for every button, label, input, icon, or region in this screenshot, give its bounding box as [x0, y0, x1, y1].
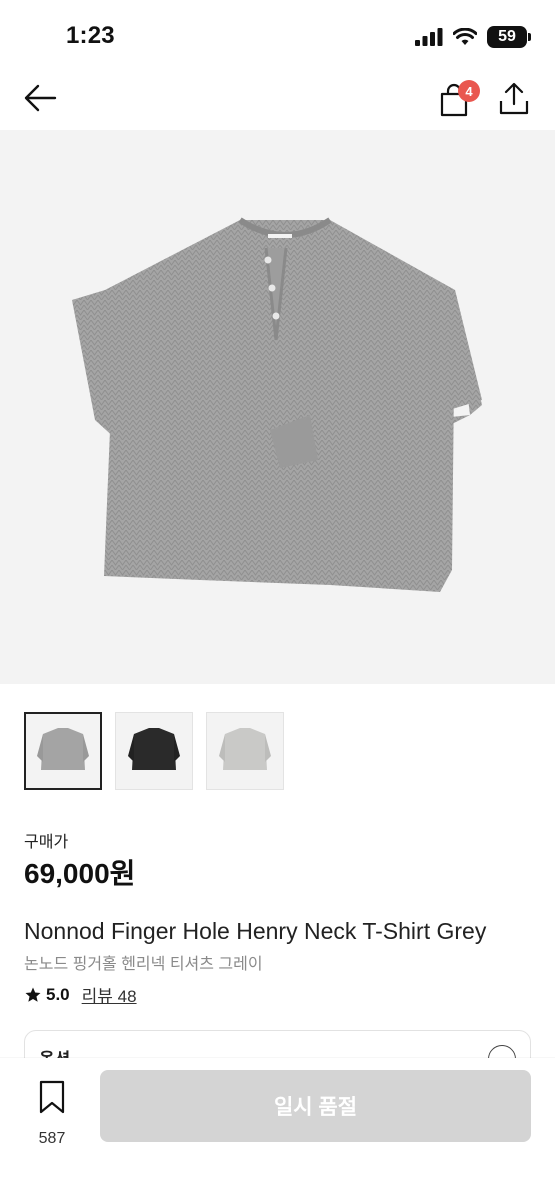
top-nav: 4	[0, 66, 555, 130]
thumbnail-light-grey[interactable]	[206, 712, 284, 790]
back-arrow-icon	[24, 84, 57, 112]
bookmark-icon	[39, 1080, 65, 1114]
status-time: 1:23	[66, 22, 115, 49]
shirt-thumbnail-image	[219, 728, 271, 770]
status-bar: 1:23 59	[0, 0, 555, 64]
back-button[interactable]	[20, 78, 60, 118]
bookmark-count: 587	[38, 1130, 66, 1147]
bottom-action-bar: 587 일시 품절	[0, 1058, 555, 1200]
price-label: 구매가	[24, 834, 69, 851]
cart-button[interactable]: 4	[434, 78, 480, 118]
shirt-thumbnail-image	[128, 728, 180, 770]
product-title: Nonnod Finger Hole Henry Neck T-Shirt Gr…	[24, 918, 487, 944]
review-link[interactable]: 리뷰 48	[82, 982, 137, 1007]
thumbnail-strip	[24, 712, 284, 790]
battery-indicator: 59	[487, 26, 531, 48]
star-icon	[25, 987, 41, 1002]
rating-score: 5.0	[46, 984, 70, 1004]
thumbnail-grey[interactable]	[24, 712, 102, 790]
wifi-icon	[453, 28, 477, 45]
bookmark-button[interactable]: 587	[28, 1078, 76, 1158]
share-icon	[499, 82, 529, 115]
share-button[interactable]	[494, 78, 534, 118]
cart-count-badge: 4	[458, 80, 480, 102]
rating-row: 5.0 리뷰 48	[24, 982, 137, 1007]
status-icons: 59	[415, 24, 531, 50]
sold-out-button[interactable]: 일시 품절	[100, 1070, 531, 1142]
signal-icon	[415, 28, 443, 46]
product-image[interactable]	[0, 130, 555, 684]
product-title-korean: 논노드 핑거홀 헨리넥 티셔츠 그레이	[24, 956, 263, 973]
henley-shirt-image	[72, 217, 482, 592]
shirt-thumbnail-image	[37, 728, 89, 770]
thumbnail-black[interactable]	[115, 712, 193, 790]
price: 69,000원	[24, 858, 136, 889]
